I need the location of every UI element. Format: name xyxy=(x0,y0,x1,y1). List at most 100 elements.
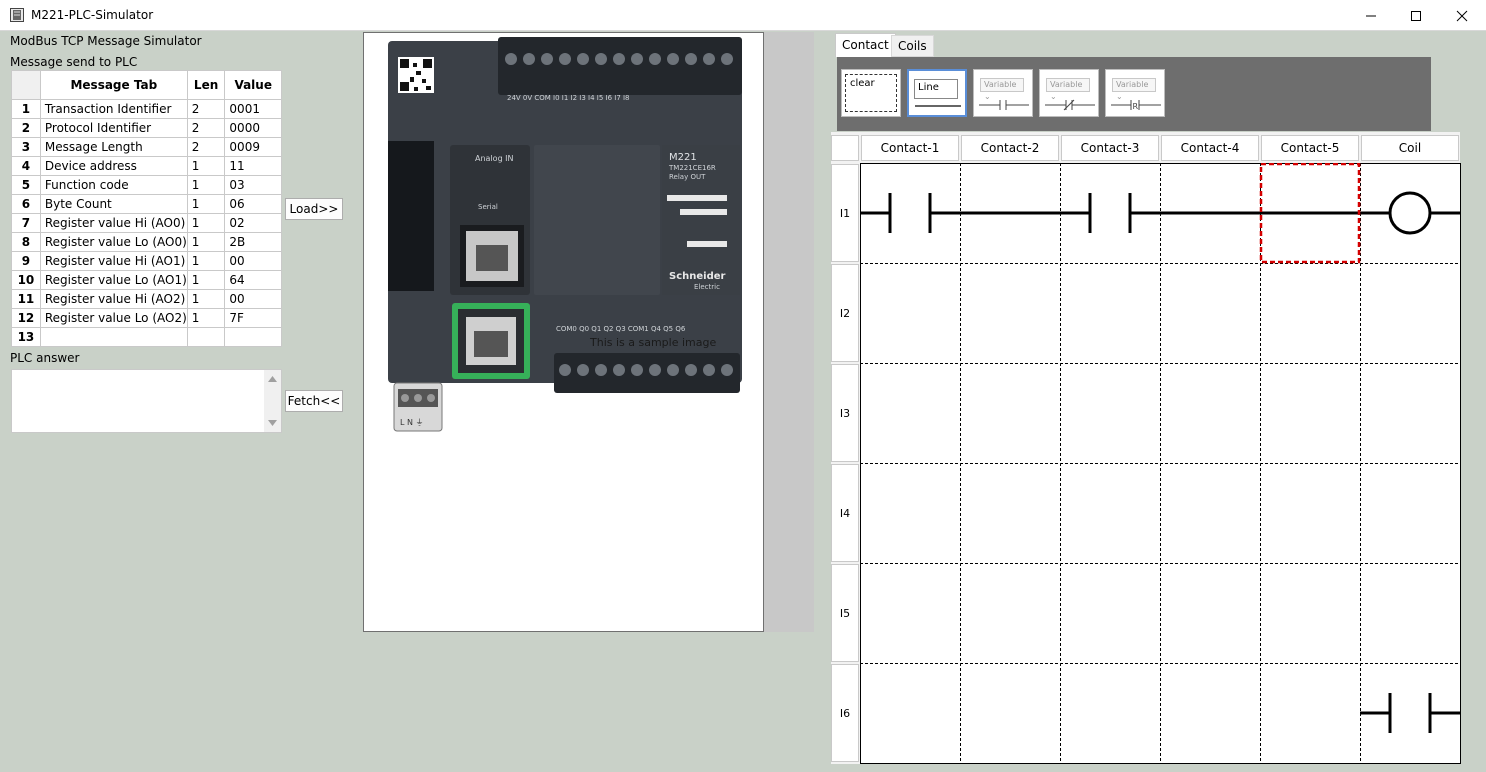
row-index-cell: 2 xyxy=(11,118,41,138)
table-row[interactable]: 7 Register value Hi (AO0) 1 02 xyxy=(11,213,282,233)
table-row[interactable]: 1 Transaction Identifier 2 0001 xyxy=(11,99,282,119)
value-cell[interactable]: 00 xyxy=(224,251,282,271)
section-title: ModBus TCP Message Simulator xyxy=(10,34,202,48)
plc-image-frame: 24V 0V COM I0 I1 I2 I3 I4 I5 I6 I7 I8 An… xyxy=(363,32,764,632)
plc-answer-textbox[interactable] xyxy=(11,369,282,433)
value-cell[interactable]: 06 xyxy=(224,194,282,214)
plc-out-text: Relay OUT xyxy=(669,173,706,181)
len-cell[interactable]: 1 xyxy=(186,308,226,328)
table-row[interactable]: 5 Function code 1 03 xyxy=(11,175,282,195)
row-header-i2: I2 xyxy=(831,264,859,362)
len-cell[interactable]: 1 xyxy=(186,251,226,271)
variable-select-r[interactable]: Variable ⌄ xyxy=(1112,78,1156,101)
message-tab-cell[interactable]: Register value Lo (AO2) xyxy=(39,308,188,328)
value-cell[interactable]: 11 xyxy=(224,156,282,176)
maximize-icon xyxy=(1411,10,1421,21)
tab-contact[interactable]: Contact xyxy=(835,33,896,57)
value-cell[interactable] xyxy=(224,327,282,347)
fetch-button[interactable]: Fetch<< xyxy=(285,390,343,412)
table-row[interactable]: 13 xyxy=(11,327,282,347)
minimize-button[interactable] xyxy=(1348,0,1394,31)
len-cell[interactable]: 1 xyxy=(186,270,226,290)
value-cell[interactable]: 2B xyxy=(224,232,282,252)
table-row[interactable]: 11 Register value Hi (AO2) 1 00 xyxy=(11,289,282,309)
no-contact-tool-button[interactable]: Variable ⌄ xyxy=(973,69,1033,117)
brand-text: Schneider xyxy=(669,271,726,282)
tab-coils[interactable]: Coils xyxy=(891,35,934,57)
column-header-contact-3: Contact-3 xyxy=(1061,135,1159,161)
row-index-cell: 3 xyxy=(11,137,41,157)
value-cell[interactable]: 02 xyxy=(224,213,282,233)
len-cell[interactable]: 2 xyxy=(186,99,226,119)
len-cell[interactable]: 2 xyxy=(186,137,226,157)
line-tool-label: Line xyxy=(918,82,939,93)
top-terminal-labels: 24V 0V COM I0 I1 I2 I3 I4 I5 I6 I7 I8 xyxy=(507,94,630,102)
value-cell[interactable]: 0000 xyxy=(224,118,282,138)
answer-label: PLC answer xyxy=(10,351,80,365)
len-cell[interactable]: 1 xyxy=(186,289,226,309)
len-cell[interactable]: 1 xyxy=(186,232,226,252)
nc-contact-tool-button[interactable]: Variable ⌄ xyxy=(1039,69,1099,117)
reset-contact-tool-button[interactable]: Variable ⌄ R xyxy=(1105,69,1165,117)
table-row[interactable]: 6 Byte Count 1 06 xyxy=(11,194,282,214)
message-tab-cell[interactable]: Register value Hi (AO0) xyxy=(39,213,188,233)
value-cell[interactable]: 7F xyxy=(224,308,282,328)
table-row[interactable]: 3 Message Length 2 0009 xyxy=(11,137,282,157)
len-cell[interactable]: 1 xyxy=(186,175,226,195)
value-cell[interactable]: 64 xyxy=(224,270,282,290)
len-cell[interactable]: 1 xyxy=(186,156,226,176)
row-index-cell: 4 xyxy=(11,156,41,176)
line-tool-button[interactable]: Line xyxy=(907,69,967,117)
scroll-arrows-icon xyxy=(268,376,277,426)
message-tab-cell[interactable]: Device address xyxy=(39,156,188,176)
value-cell[interactable]: 0001 xyxy=(224,99,282,119)
ladder-grid[interactable] xyxy=(860,163,1461,764)
message-tab-cell[interactable]: Protocol Identifier xyxy=(39,118,188,138)
message-tab-cell[interactable]: Function code xyxy=(39,175,188,195)
message-tab-cell[interactable] xyxy=(39,327,188,347)
close-button[interactable] xyxy=(1439,0,1485,31)
row-index-cell: 8 xyxy=(11,232,41,252)
variable-select-nc[interactable]: Variable ⌄ xyxy=(1046,78,1090,101)
answer-scrollbar[interactable] xyxy=(264,370,281,432)
message-tab-cell[interactable]: Transaction Identifier xyxy=(39,99,188,119)
maximize-button[interactable] xyxy=(1393,0,1439,31)
message-tab-cell[interactable]: Byte Count xyxy=(39,194,188,214)
value-cell[interactable]: 03 xyxy=(224,175,282,195)
clear-tool-button[interactable]: clear xyxy=(841,69,901,117)
len-cell[interactable]: 1 xyxy=(186,194,226,214)
table-row[interactable]: 8 Register value Lo (AO0) 1 2B xyxy=(11,232,282,252)
table-row[interactable]: 2 Protocol Identifier 2 0000 xyxy=(11,118,282,138)
variable-select-r-label: Variable xyxy=(1116,80,1149,89)
value-cell[interactable]: 00 xyxy=(224,289,282,309)
title-bar: M221-PLC-Simulator xyxy=(0,0,1486,31)
message-tab-cell[interactable]: Register value Hi (AO2) xyxy=(39,289,188,309)
message-tab-cell[interactable]: Register value Lo (AO1) xyxy=(39,270,188,290)
message-tab-cell[interactable]: Message Length xyxy=(39,137,188,157)
serial-label: Serial xyxy=(478,203,498,211)
analog-in-label: Analog IN xyxy=(475,154,514,163)
svg-text:R: R xyxy=(1133,102,1139,111)
table-row[interactable]: 9 Register value Hi (AO1) 1 00 xyxy=(11,251,282,271)
message-tab-cell[interactable]: Register value Lo (AO0) xyxy=(39,232,188,252)
column-header-contact-1: Contact-1 xyxy=(861,135,959,161)
table-row[interactable]: 4 Device address 1 11 xyxy=(11,156,282,176)
table-row[interactable]: 10 Register value Lo (AO1) 1 64 xyxy=(11,270,282,290)
len-cell[interactable]: 1 xyxy=(186,213,226,233)
window-title: M221-PLC-Simulator xyxy=(31,8,154,22)
reset-contact-icon: R xyxy=(1111,100,1161,111)
len-cell[interactable]: 2 xyxy=(186,118,226,138)
table-row[interactable]: 12 Register value Lo (AO2) 1 7F xyxy=(11,308,282,328)
row-header-i6: I6 xyxy=(831,664,859,762)
plc-ref-text: TM221CE16R xyxy=(668,164,716,172)
variable-select-no[interactable]: Variable ⌄ xyxy=(980,78,1024,101)
variable-select-nc-label: Variable xyxy=(1050,80,1083,89)
row-index-cell: 12 xyxy=(11,308,41,328)
len-cell[interactable] xyxy=(186,327,226,347)
value-cell[interactable]: 0009 xyxy=(224,137,282,157)
row-header-i5: I5 xyxy=(831,564,859,662)
column-header-contact-5: Contact-5 xyxy=(1261,135,1359,161)
message-tab-cell[interactable]: Register value Hi (AO1) xyxy=(39,251,188,271)
clear-tool-label: clear xyxy=(850,78,875,89)
load-button[interactable]: Load>> xyxy=(285,198,343,220)
